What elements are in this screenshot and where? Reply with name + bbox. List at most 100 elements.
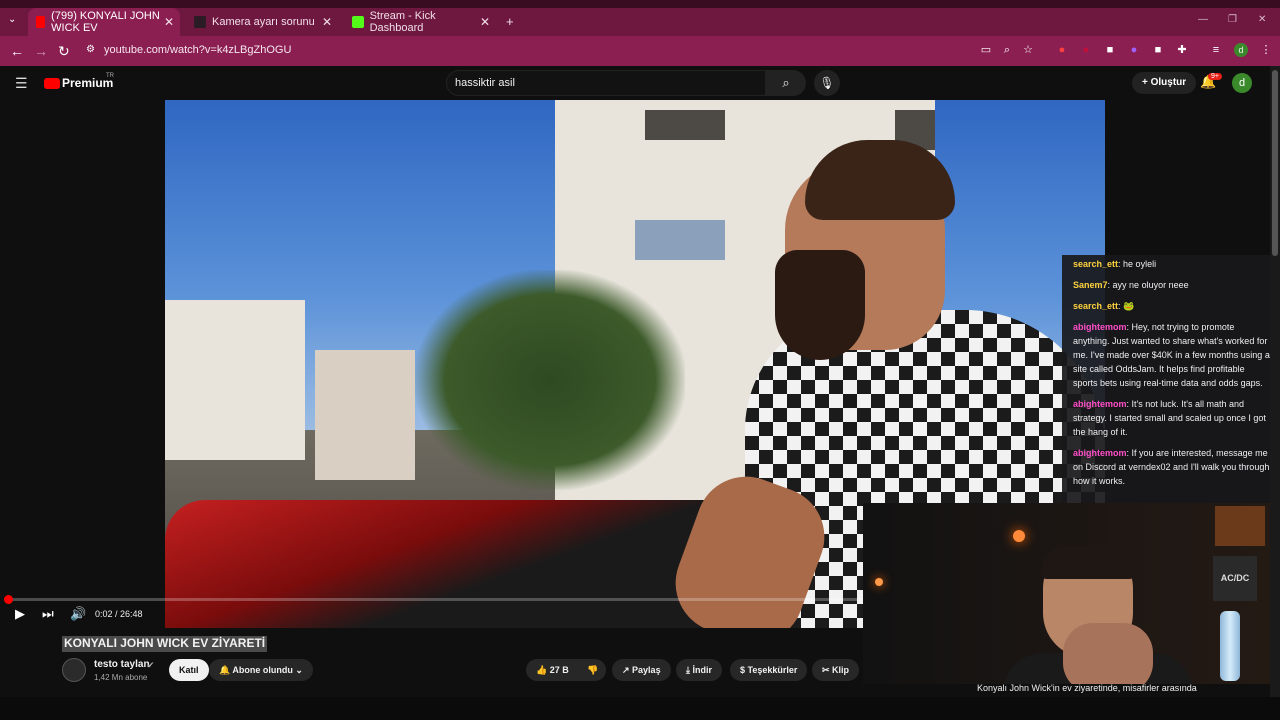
youtube-logo-icon[interactable] [44, 78, 60, 89]
zoom-icon[interactable]: ⌕ [1001, 44, 1013, 56]
maximize-icon[interactable]: ❐ [1228, 14, 1237, 25]
like-button[interactable]: 👍 27 B [526, 659, 580, 681]
extension-square-icon[interactable]: ■ [1104, 44, 1116, 56]
chat-text: he oyleli [1123, 259, 1157, 269]
share-label: Paylaş [632, 665, 661, 675]
lamp-light [1013, 530, 1025, 542]
verified-icon: ✔ [147, 660, 155, 670]
bookmark-star-icon[interactable]: ☆ [1022, 44, 1034, 56]
play-icon[interactable]: ▶ [15, 606, 25, 622]
search-input[interactable]: hassiktir asil [446, 70, 766, 96]
chevron-down-icon: ⌄ [292, 665, 303, 675]
video-balcony-top [645, 110, 725, 140]
person-hair [805, 140, 955, 220]
search-icon: ⌕ [782, 75, 790, 90]
clip-label: Klip [832, 665, 850, 675]
thanks-label: Teşekkürler [747, 665, 798, 675]
dislike-button[interactable]: 👎 [580, 659, 606, 681]
voice-search-button[interactable]: 🎙 [814, 70, 840, 96]
share-icon: ↗ [622, 665, 633, 675]
profile-avatar-icon[interactable]: d [1234, 43, 1248, 57]
thumbs-down-icon: 👎 [587, 665, 599, 675]
water-bottle [1220, 611, 1240, 681]
microphone-icon: 🎙 [819, 76, 835, 90]
tab-kick-dashboard[interactable]: Stream - Kick Dashboard ✕ [344, 8, 496, 36]
chat-username[interactable]: Sanem7 [1073, 280, 1108, 290]
url-field[interactable]: youtube.com/watch?v=k4zLBgZhOGU [104, 44, 291, 56]
tab-kamera[interactable]: Kamera ayarı sorunu ✕ [186, 8, 338, 36]
join-button[interactable]: Katıl [169, 659, 209, 681]
chat-username[interactable]: search_ett [1073, 301, 1118, 311]
new-tab-button[interactable]: + [506, 14, 514, 29]
reload-icon[interactable]: ↻ [58, 43, 70, 60]
subscribed-button[interactable]: 🔔 Abone olundu ⌄ [209, 659, 313, 681]
back-icon[interactable]: ← [10, 43, 24, 59]
forward-icon[interactable]: → [34, 43, 48, 59]
search-button[interactable]: ⌕ [766, 70, 806, 96]
progress-scrubber[interactable] [4, 595, 13, 604]
window-top-strip [0, 0, 1280, 8]
wall-poster [1215, 506, 1265, 546]
extension-badge-icon[interactable]: ■ [1152, 44, 1164, 56]
chat-username[interactable]: search_ett [1073, 259, 1118, 269]
chat-text: ayy ne oluyor neee [1112, 280, 1189, 290]
create-button[interactable]: + Oluştur [1132, 72, 1197, 94]
stream-chat-overlay: search_ett: he oyleli Sanem7: ayy ne oluy… [1062, 255, 1280, 503]
video-description[interactable]: Konyalı John Wick'in ev ziyaretinde, mis… [977, 683, 1197, 693]
notification-count-badge: 9+ [1208, 73, 1222, 80]
progress-bar[interactable] [8, 598, 938, 601]
subscribed-label: Abone olundu [232, 665, 293, 675]
video-tree [415, 270, 685, 490]
youtube-favicon-icon [36, 16, 46, 28]
scissors-icon: ✂ [822, 665, 833, 675]
clip-button[interactable]: ✂ Klip [812, 659, 860, 681]
close-tab-icon[interactable]: ✕ [322, 15, 332, 29]
chat-message: abightemom: Hey, not trying to promote a… [1073, 320, 1270, 390]
account-avatar[interactable]: d [1232, 73, 1252, 93]
thanks-button[interactable]: $ Teşekkürler [730, 659, 808, 681]
create-label: Oluştur [1150, 77, 1187, 88]
close-tab-icon[interactable]: ✕ [164, 15, 174, 29]
tab-search-chevron-icon[interactable]: ⌄ [8, 14, 16, 25]
video-title: KONYALI JOHN WICK EV ZİYARETİ [62, 636, 268, 652]
download-button[interactable]: ⤓ İndir [676, 659, 722, 681]
person-beard [775, 250, 865, 360]
browser-menu-icon[interactable]: ⋮ [1260, 44, 1272, 56]
chat-username[interactable]: abightemom [1073, 322, 1127, 332]
channel-name[interactable]: testo taylan [94, 659, 150, 670]
chat-username[interactable]: abightemom [1073, 448, 1127, 458]
chat-text: 🐸 [1123, 301, 1135, 311]
hamburger-menu-icon[interactable]: ☰ [15, 75, 28, 92]
chat-username[interactable]: abightemom [1073, 399, 1127, 409]
reading-list-icon[interactable]: ≡ [1210, 44, 1222, 56]
channel-avatar[interactable] [62, 658, 86, 682]
chat-message: abightemom: It's not luck. It's all math… [1073, 397, 1270, 439]
time-display: 0:02 / 26:48 [95, 609, 143, 619]
extension-red-icon[interactable]: ● [1056, 44, 1068, 56]
plus-icon: + [1142, 77, 1151, 88]
video-building-left [165, 300, 305, 460]
extension-crimson-icon[interactable]: ● [1080, 44, 1092, 56]
next-icon[interactable]: ⏭ [42, 606, 54, 622]
share-button[interactable]: ↗ Paylaş [612, 659, 671, 681]
chat-message: search_ett: he oyleli [1073, 257, 1270, 271]
streamer-hand [1063, 623, 1153, 684]
extension-purple-icon[interactable]: ● [1128, 44, 1140, 56]
close-window-icon[interactable]: ✕ [1258, 14, 1266, 25]
webcam-overlay: AC/DC [863, 503, 1280, 684]
scrollbar-thumb[interactable] [1272, 70, 1278, 256]
extensions-puzzle-icon[interactable]: ✚ [1176, 44, 1188, 56]
subscriber-count: 1,42 Mn abone [94, 673, 148, 682]
tab-youtube[interactable]: (799) KONYALI JOHN WICK EV ✕ [28, 8, 180, 36]
thanks-icon: $ [740, 665, 748, 675]
minimize-icon[interactable]: — [1198, 14, 1208, 25]
site-info-icon[interactable]: ⚙ [86, 44, 95, 55]
tab-label: (799) KONYALI JOHN WICK EV [51, 10, 160, 34]
like-count: 27 B [549, 665, 569, 675]
streamer-hair [1041, 545, 1135, 579]
tab-label: Stream - Kick Dashboard [369, 10, 436, 34]
volume-icon[interactable]: 🔊 [70, 606, 86, 622]
cast-icon[interactable]: ▭ [980, 44, 992, 56]
download-label: İndir [692, 665, 712, 675]
close-tab-icon[interactable]: ✕ [480, 15, 490, 29]
